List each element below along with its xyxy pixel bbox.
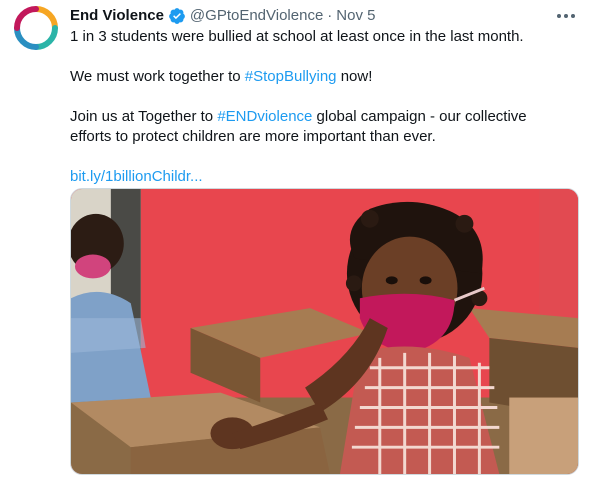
hashtag-endviolence[interactable]: #ENDviolence (217, 108, 312, 125)
tweet-text-fragment: We must work together to (70, 68, 245, 85)
tweet-header: End Violence @GPtoEndViolence · Nov 5 (70, 6, 375, 26)
tweet-text-fragment: now! (336, 68, 373, 85)
tweet-card[interactable]: End Violence @GPtoEndViolence · Nov 5 1 … (0, 0, 591, 482)
tweet-line: efforts to protect children are more imp… (70, 128, 436, 145)
tweet-line: 1 in 3 students were bullied at school a… (70, 28, 524, 45)
tweet-text: 1 in 3 students were bullied at school a… (70, 27, 570, 187)
tweet-line: Join us at Together to #ENDviolence glob… (70, 107, 570, 127)
classroom-photo (71, 189, 578, 474)
more-options-icon[interactable] (553, 6, 579, 26)
more-dot (564, 14, 568, 18)
author-avatar[interactable] (13, 5, 59, 51)
tweet-line: We must work together to #StopBullying n… (70, 67, 570, 87)
more-dot (571, 14, 575, 18)
tweet-photo[interactable] (70, 188, 579, 475)
tweet-line: bit.ly/1billionChildr... (70, 167, 570, 187)
tweet-text-fragment: global campaign - our collective (312, 108, 527, 125)
tweet-link[interactable]: bit.ly/1billionChildr... (70, 168, 203, 185)
hashtag-stopbullying[interactable]: #StopBullying (245, 68, 337, 85)
tweet-date[interactable]: Nov 5 (336, 6, 375, 26)
end-violence-logo-icon (14, 6, 58, 50)
verified-badge-icon (168, 7, 186, 25)
tweet-text-fragment: Join us at Together to (70, 108, 218, 125)
author-handle[interactable]: @GPtoEndViolence (190, 6, 323, 26)
more-dot (557, 14, 561, 18)
separator-dot: · (327, 7, 333, 24)
author-name[interactable]: End Violence (70, 6, 164, 26)
